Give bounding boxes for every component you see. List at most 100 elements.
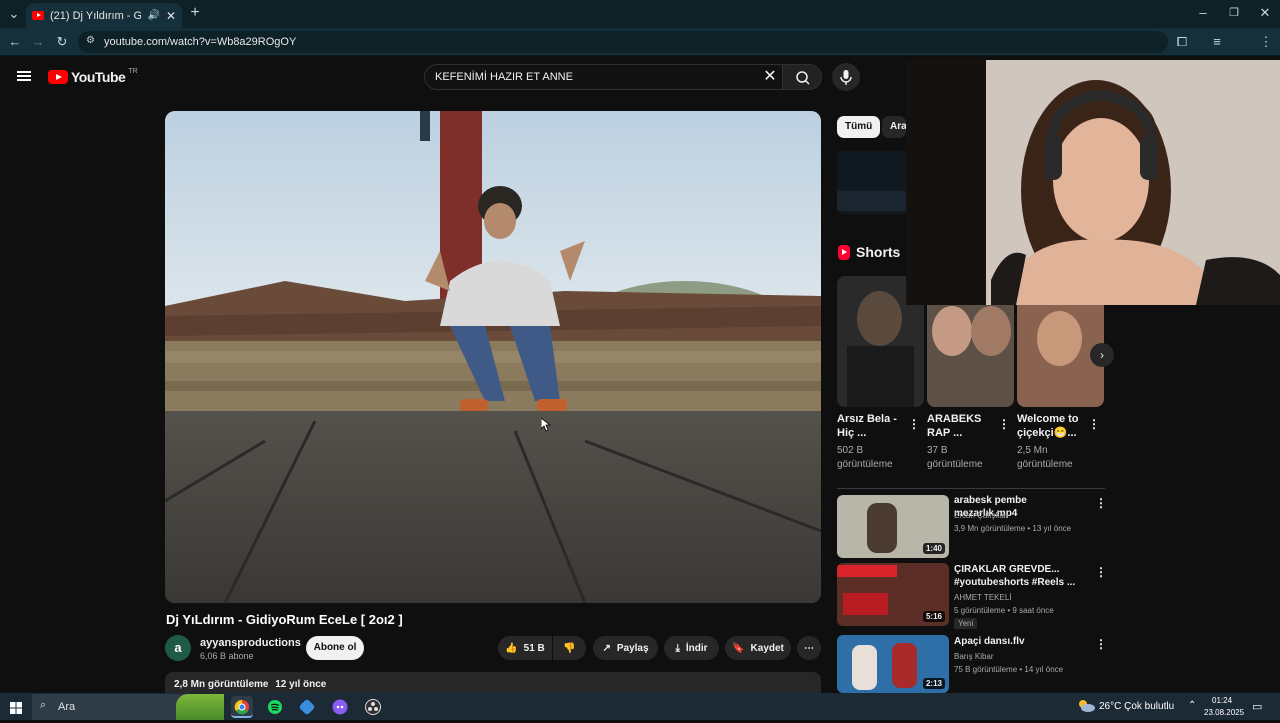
- extensions-icon[interactable]: ⧠: [1173, 34, 1191, 50]
- share-button[interactable]: ↗ Paylaş: [593, 636, 658, 660]
- short-title-2[interactable]: ARABEKS RAP ...: [927, 412, 997, 440]
- video-frame: [165, 111, 821, 603]
- tab-close-icon[interactable]: ✕: [166, 9, 176, 23]
- share-label: Paylaş: [616, 642, 649, 654]
- reload-icon[interactable]: ↻: [53, 34, 71, 50]
- short-menu-icon-3[interactable]: ⋮: [1088, 417, 1100, 431]
- short-menu-icon-1[interactable]: ⋮: [908, 417, 920, 431]
- app-taskbar-icon[interactable]: [296, 696, 318, 718]
- short-title-3[interactable]: Welcome to çiçekçi😁...: [1017, 412, 1087, 440]
- chip-all[interactable]: Tümü: [837, 116, 881, 138]
- download-button[interactable]: ⤓ İndir: [664, 636, 719, 660]
- menu-hamburger-icon[interactable]: [17, 71, 31, 81]
- new-tab-button[interactable]: +: [186, 5, 204, 21]
- related-title-2[interactable]: ÇIRAKLAR GREVDE... #youtubeshorts #Reels…: [954, 563, 1084, 589]
- shorts-next-button[interactable]: ›: [1090, 343, 1114, 367]
- share-icon: ↗: [602, 642, 611, 654]
- site-info-icon[interactable]: ⚙: [86, 35, 95, 46]
- chrome-taskbar-icon[interactable]: [231, 696, 253, 718]
- duration-badge: 5:16: [922, 611, 945, 622]
- youtube-play-icon: [48, 70, 68, 84]
- related-menu-icon-3[interactable]: ⋮: [1095, 637, 1107, 651]
- related-meta-3: 75 B görüntüleme • 14 yıl önce: [954, 665, 1064, 674]
- download-label: İndir: [685, 642, 708, 654]
- search-highlight-image: [176, 694, 224, 720]
- short-title-1[interactable]: Arsız Bela - Hiç ...: [837, 412, 907, 440]
- shorts-heading: Shorts: [856, 244, 901, 260]
- voice-search-button[interactable]: [832, 63, 860, 91]
- more-icon: ⋯: [804, 642, 814, 654]
- related-title-3[interactable]: Apaçi dansı.flv: [954, 635, 1084, 648]
- duration-badge: 2:13: [922, 678, 945, 689]
- weather-text[interactable]: 26°C Çok bulutlu: [1099, 701, 1174, 712]
- short-views-2: 37 B görüntüleme: [927, 445, 983, 470]
- related-thumbnail-1[interactable]: 1:40: [837, 495, 949, 558]
- clock-date[interactable]: 23.08.2025: [1204, 708, 1244, 717]
- related-channel-1[interactable]: Ercan Çalışkan: [954, 509, 1008, 522]
- new-badge: Yeni: [954, 618, 978, 629]
- related-thumbnail-3[interactable]: 2:13: [837, 635, 949, 693]
- related-meta-1: 3,9 Mn görüntüleme • 13 yıl önce: [954, 524, 1072, 533]
- microphone-icon: [840, 70, 852, 85]
- channel-avatar[interactable]: a: [165, 635, 191, 661]
- mouse-cursor-icon: [541, 418, 551, 432]
- upload-age: 12 yıl önce: [275, 679, 327, 690]
- speaker-icon[interactable]: 🔊: [147, 10, 159, 21]
- dislike-button[interactable]: 👎: [553, 636, 586, 660]
- duration-badge: 1:40: [922, 543, 945, 554]
- webcam-overlay: [906, 60, 1280, 305]
- shorts-header: Shorts: [838, 244, 900, 260]
- shorts-icon: [838, 244, 850, 260]
- discord-taskbar-icon[interactable]: [329, 696, 351, 718]
- channel-name[interactable]: ayyansproductions: [200, 637, 301, 649]
- clock-time[interactable]: 01:24: [1212, 696, 1232, 705]
- subscriber-count: 6,06 B abone: [200, 651, 254, 661]
- taskbar-search-placeholder: Ara: [58, 701, 76, 713]
- more-actions-button[interactable]: ⋯: [797, 636, 821, 660]
- clear-search-icon[interactable]: ✕: [762, 69, 778, 85]
- related-menu-icon-2[interactable]: ⋮: [1095, 565, 1107, 579]
- webcam-image: [906, 60, 1280, 305]
- related-menu-icon-1[interactable]: ⋮: [1095, 496, 1107, 510]
- video-player[interactable]: [165, 111, 821, 603]
- taskbar-search[interactable]: ⌕ Ara: [32, 694, 224, 720]
- search-button[interactable]: [782, 64, 822, 90]
- search-query: KEFENİMİ HAZIR ET ANNE: [435, 71, 573, 83]
- download-icon: ⤓: [675, 642, 680, 654]
- notification-icon[interactable]: ▭: [1252, 700, 1262, 713]
- browser-tab-active[interactable]: (21) Dj Yıldırım - GidiyoRu 🔊 ✕: [26, 3, 182, 28]
- related-thumbnail-2[interactable]: 5:16: [837, 563, 949, 626]
- media-controls-icon[interactable]: ≡: [1208, 34, 1226, 50]
- tray-overflow-icon[interactable]: ⌃: [1188, 700, 1196, 711]
- forward-icon[interactable]: →: [29, 34, 47, 50]
- window-close-button[interactable]: ✕: [1256, 5, 1274, 21]
- windows-start-icon[interactable]: [10, 701, 22, 714]
- short-views-1: 502 B görüntüleme: [837, 445, 893, 470]
- related-channel-2[interactable]: AHMET TEKELİ: [954, 591, 1012, 604]
- related-meta-2: 5 görüntüleme • 9 saat önce: [954, 606, 1054, 615]
- obs-taskbar-icon[interactable]: [362, 696, 384, 718]
- country-code: TR: [128, 67, 138, 75]
- minimize-button[interactable]: –: [1194, 5, 1212, 21]
- related-channel-3[interactable]: Barış Kibar: [954, 650, 994, 663]
- chip-search[interactable]: Ara: [882, 116, 906, 138]
- short-menu-icon-2[interactable]: ⋮: [998, 417, 1010, 431]
- spotify-taskbar-icon[interactable]: [264, 696, 286, 718]
- weather-icon[interactable]: [1077, 699, 1095, 713]
- like-button[interactable]: 👍 51 B: [498, 636, 552, 660]
- url-text: youtube.com/watch?v=Wb8a29ROgOY: [104, 36, 297, 48]
- short-views-3: 2,5 Mn görüntüleme: [1017, 445, 1073, 470]
- youtube-logo[interactable]: YouTube TR: [48, 67, 138, 85]
- tab-search-icon[interactable]: ⌄: [5, 6, 23, 22]
- browser-menu-icon[interactable]: ⋮: [1257, 34, 1275, 50]
- related-thumbnail-top[interactable]: [837, 151, 906, 214]
- search-input[interactable]: KEFENİMİ HAZIR ET ANNE: [424, 64, 786, 90]
- back-icon[interactable]: ←: [6, 34, 24, 50]
- save-button[interactable]: 🔖 Kaydet: [725, 636, 791, 660]
- address-bar[interactable]: ⚙ youtube.com/watch?v=Wb8a29ROgOY: [78, 31, 1168, 53]
- save-label: Kaydet: [750, 642, 784, 654]
- restore-button[interactable]: ❐: [1225, 5, 1243, 21]
- youtube-favicon-icon: [32, 11, 44, 20]
- video-title: Dj YıLdırım - GidiyoRum EceLe [ 2oı2 ]: [166, 612, 403, 627]
- subscribe-button[interactable]: Abone ol: [306, 636, 364, 660]
